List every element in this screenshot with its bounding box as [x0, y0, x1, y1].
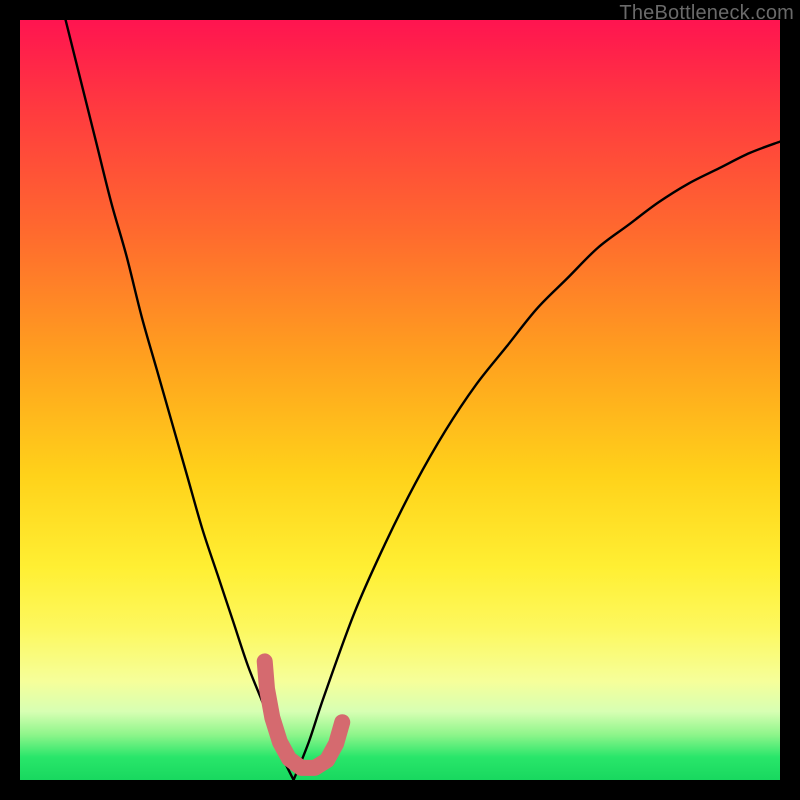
chart-svg — [20, 20, 780, 780]
curve-right-branch — [294, 142, 780, 780]
chart-frame — [20, 20, 780, 780]
